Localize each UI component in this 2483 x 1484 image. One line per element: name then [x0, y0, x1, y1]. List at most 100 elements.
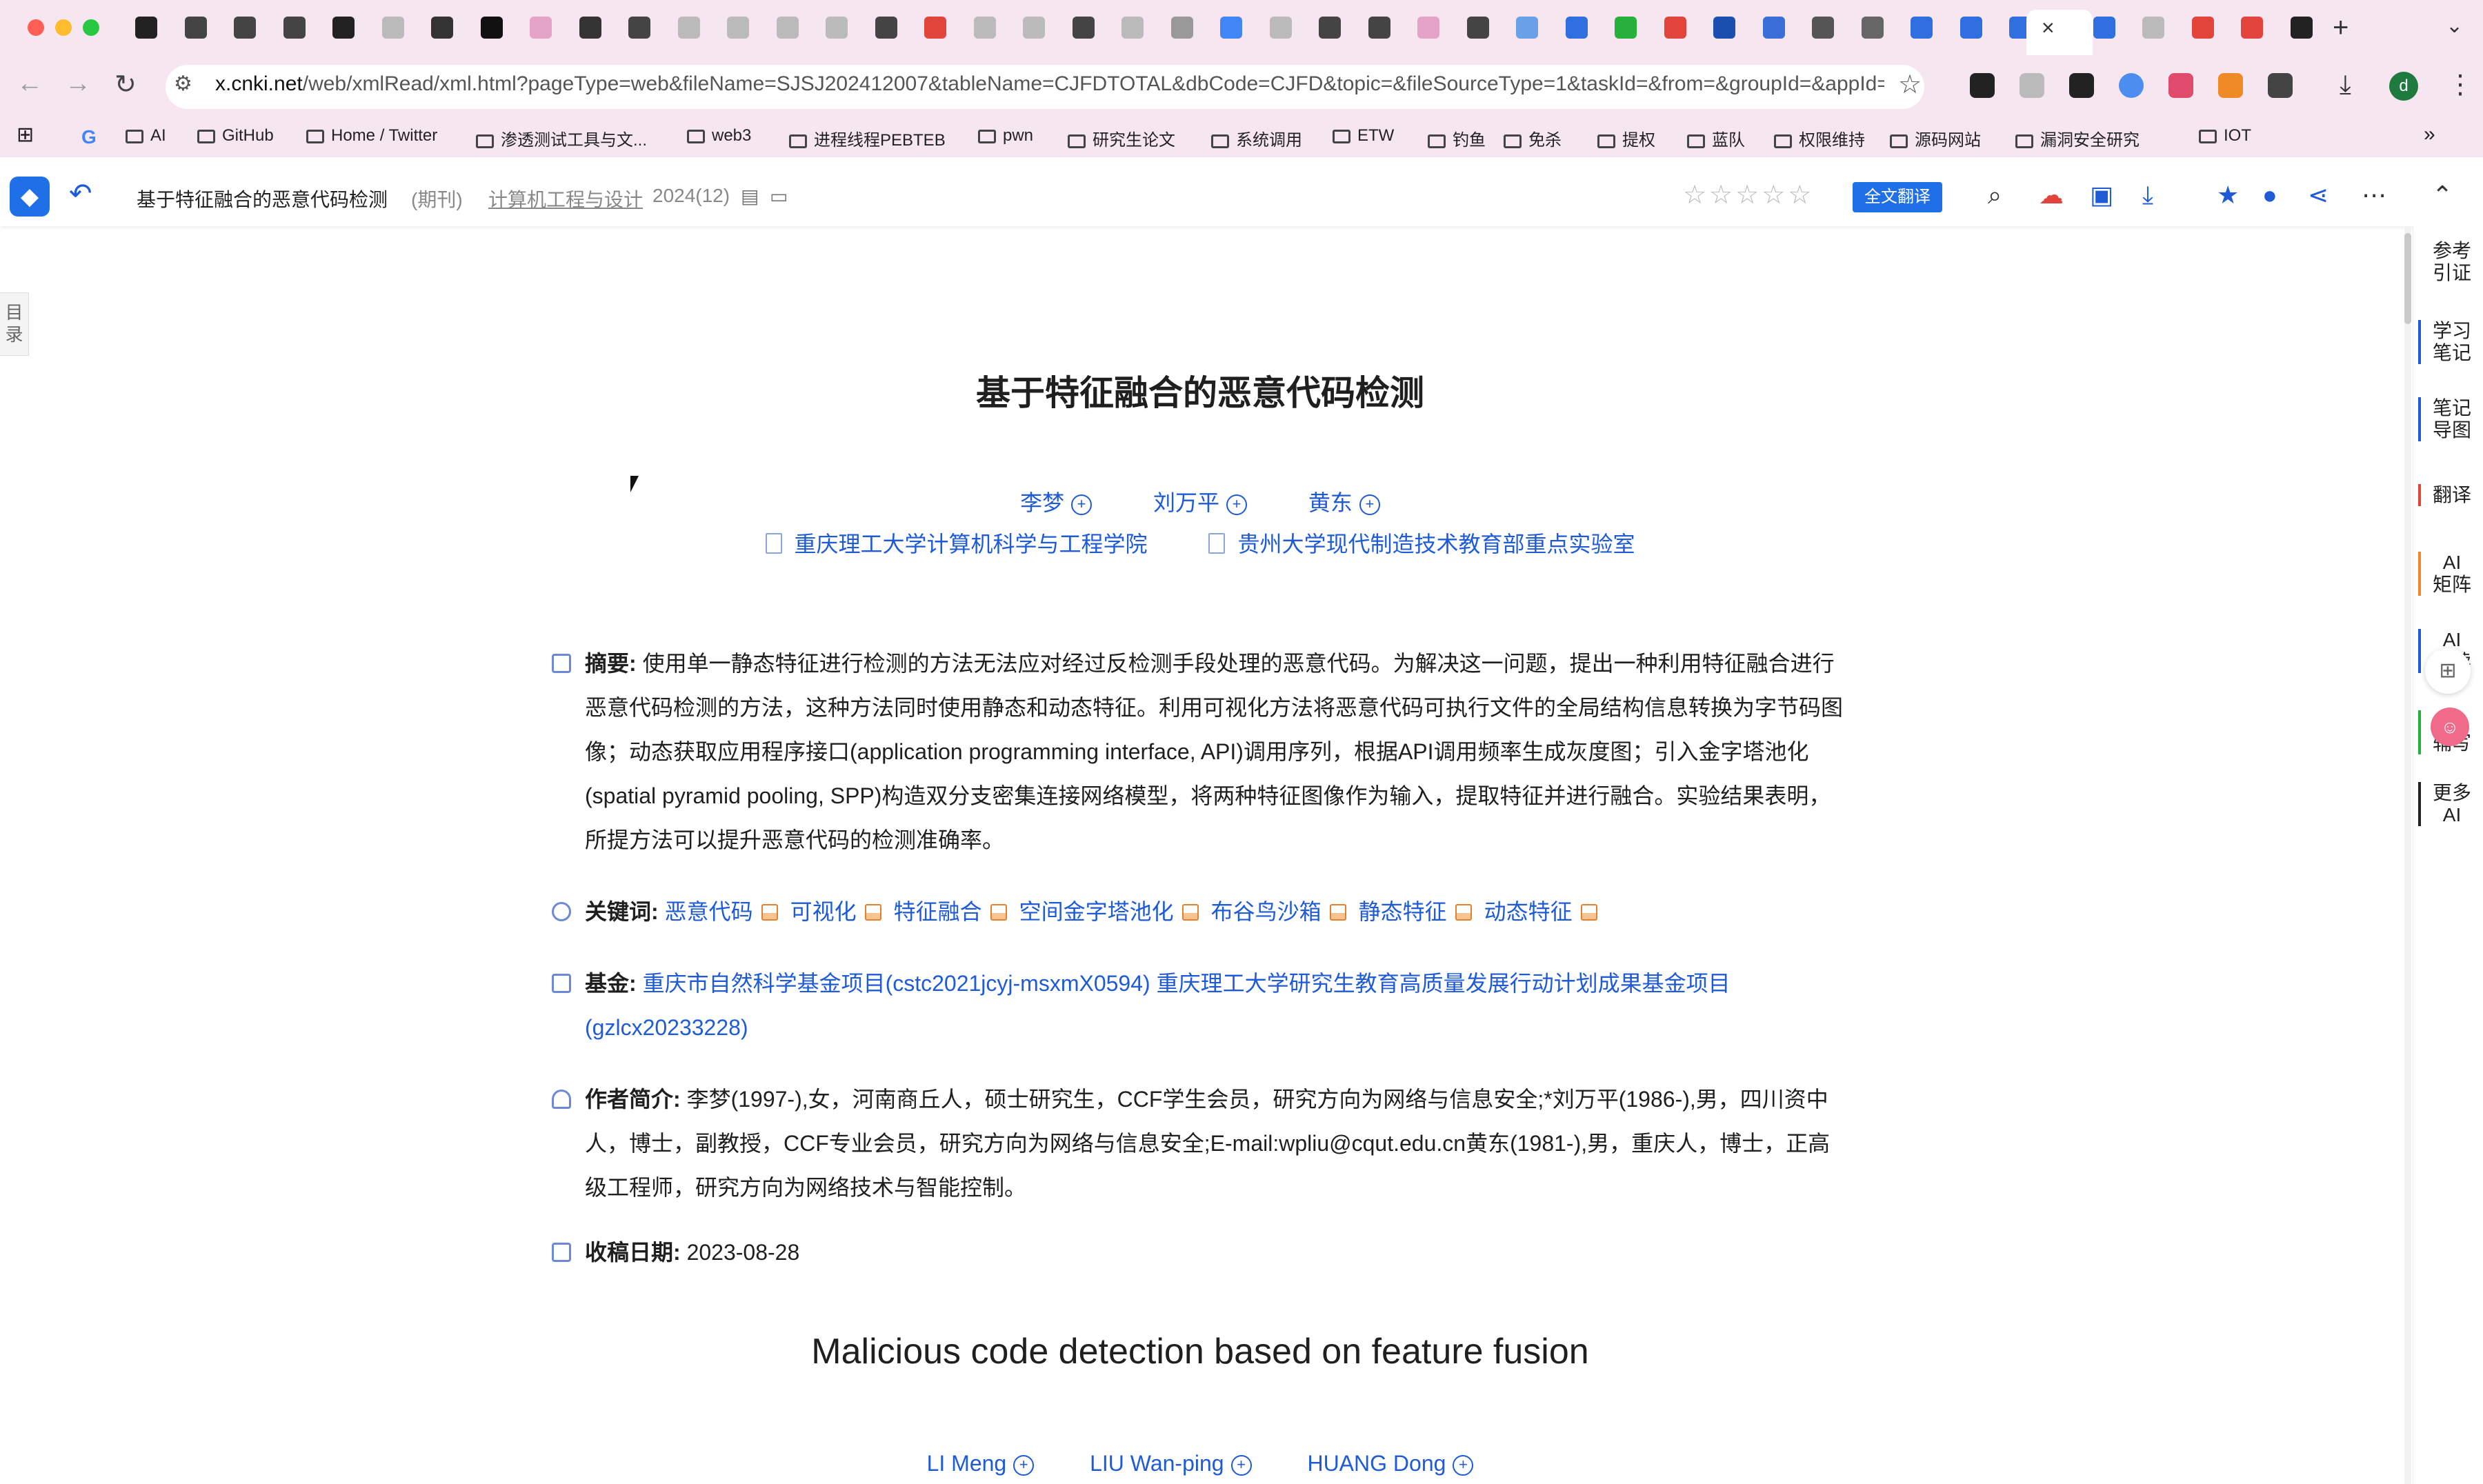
profile-avatar[interactable]: d	[2389, 72, 2418, 101]
bookmark-item[interactable]: Home / Twitter	[306, 126, 437, 146]
tab-favicon-icon[interactable]	[431, 17, 453, 39]
tab-favicon-icon[interactable]	[2191, 17, 2214, 39]
header-journal-link[interactable]: 计算机工程与设计	[488, 185, 643, 212]
folder-icon[interactable]: ▭	[770, 185, 788, 208]
bookmark-item[interactable]: 权限维持	[1774, 126, 1865, 150]
tab-favicon-icon[interactable]	[826, 17, 848, 39]
bookmark-item[interactable]: 漏洞安全研究	[2015, 126, 2140, 150]
author-link[interactable]: 黄东 +	[1308, 490, 1380, 515]
follow-plus-icon[interactable]: +	[1230, 1455, 1252, 1476]
apps-grid-icon[interactable]: ⊞	[17, 123, 34, 147]
tab-favicon-icon[interactable]	[1121, 17, 1144, 39]
tab-favicon-icon[interactable]	[1368, 17, 1390, 39]
tab-favicon-icon[interactable]	[1812, 17, 1834, 39]
tab-favicon-icon[interactable]	[1960, 17, 1982, 39]
keyword-link[interactable]: 动态特征	[1484, 899, 1573, 924]
bookmark-item[interactable]: 研究生论文	[1068, 126, 1175, 150]
metamask-icon[interactable]	[2218, 73, 2243, 98]
bookmark-item[interactable]: 提权	[1597, 126, 1655, 150]
side-rail-item[interactable]: 翻译	[2418, 484, 2483, 506]
more-menu-icon[interactable]: ⋮	[2447, 69, 2473, 100]
document-icon[interactable]: ▤	[741, 185, 759, 208]
float-tool-icon[interactable]: ⊞	[2425, 648, 2471, 694]
active-tab[interactable]	[2026, 10, 2093, 55]
tab-favicon-icon[interactable]	[1516, 17, 1538, 39]
tab-favicon-icon[interactable]	[184, 17, 207, 39]
bookmark-item[interactable]: G	[81, 126, 97, 148]
chart-icon[interactable]	[1580, 904, 1597, 921]
keyword-link[interactable]: 布谷鸟沙箱	[1211, 899, 1322, 924]
note-icon[interactable]: ▣	[2090, 181, 2113, 210]
puzzle-extensions-icon[interactable]	[2268, 73, 2293, 98]
tab-favicon-icon[interactable]	[677, 17, 700, 39]
download-icon[interactable]: ⤓	[2142, 181, 2153, 210]
tab-favicon-icon[interactable]	[973, 17, 996, 39]
extension-icon[interactable]	[2168, 73, 2193, 98]
scrollbar-thumb[interactable]	[2404, 233, 2411, 324]
share-icon[interactable]: ⋖	[2308, 181, 2329, 210]
fund-link[interactable]: 重庆市自然科学基金项目(cstc2021jcyj-msxmX0594) 重庆理工…	[585, 971, 1731, 1040]
close-window-button[interactable]	[28, 19, 44, 36]
tab-favicon-icon[interactable]	[1911, 17, 1933, 39]
keyword-link[interactable]: 空间金字塔池化	[1019, 899, 1174, 924]
favorite-star-icon[interactable]: ★	[2217, 181, 2239, 210]
back-arrow-icon[interactable]: ←	[17, 69, 43, 99]
bookmark-item[interactable]: 免杀	[1504, 126, 1562, 150]
chart-icon[interactable]	[1181, 904, 1199, 921]
tab-favicon-icon[interactable]	[1713, 17, 1735, 39]
chart-icon[interactable]	[864, 904, 881, 921]
forward-arrow-icon[interactable]: →	[65, 69, 91, 99]
full-translate-button[interactable]: 全文翻译	[1853, 182, 1942, 212]
cnki-logo[interactable]: ◆	[10, 177, 50, 217]
cloud-icon[interactable]: ☁	[2039, 181, 2064, 210]
bookmark-item[interactable]: 进程线程PEBTEB	[789, 126, 946, 150]
author-link[interactable]: LI Meng +	[927, 1451, 1035, 1476]
site-info-icon[interactable]: ⚙	[174, 72, 192, 96]
tab-favicon-icon[interactable]	[1861, 17, 1884, 39]
bookmark-item[interactable]: 钓鱼	[1428, 126, 1486, 150]
keyword-link[interactable]: 特征融合	[894, 899, 982, 924]
more-icon[interactable]: ⋯	[2362, 181, 2386, 210]
bookmark-item[interactable]: ETW	[1333, 126, 1394, 146]
bookmark-item[interactable]: pwn	[978, 126, 1033, 146]
follow-plus-icon[interactable]: +	[1013, 1455, 1035, 1476]
tab-favicon-icon[interactable]	[2142, 17, 2164, 39]
extension-icon[interactable]	[2119, 73, 2144, 98]
follow-plus-icon[interactable]: +	[1453, 1455, 1474, 1476]
tab-favicon-icon[interactable]	[1615, 17, 1637, 39]
rating-stars[interactable]: ☆☆☆☆☆	[1683, 179, 1814, 210]
tab-favicon-icon[interactable]	[1762, 17, 1785, 39]
author-link[interactable]: 李梦 +	[1020, 490, 1093, 515]
tab-favicon-icon[interactable]	[1220, 17, 1242, 39]
tab-favicon-icon[interactable]	[530, 17, 552, 39]
affiliation-link[interactable]: 贵州大学现代制造技术教育部重点实验室	[1208, 532, 1635, 556]
toc-tab[interactable]: 目录	[0, 292, 29, 356]
more-bookmarks-icon[interactable]: »	[2424, 123, 2435, 146]
tab-favicon-icon[interactable]	[480, 17, 503, 39]
collapse-chevron-icon[interactable]: ⌃	[2432, 181, 2453, 210]
affiliation-link[interactable]: 重庆理工大学计算机科学与工程学院	[765, 532, 1148, 556]
side-rail-item[interactable]: 更多 AI	[2418, 782, 2483, 826]
tab-favicon-icon[interactable]	[1565, 17, 1588, 39]
bookmark-item[interactable]: 源码网站	[1890, 126, 1981, 150]
tab-favicon-icon[interactable]	[1319, 17, 1341, 39]
tab-favicon-icon[interactable]	[727, 17, 749, 39]
extension-icon[interactable]	[1970, 73, 1995, 98]
scrollbar-track[interactable]	[2404, 228, 2411, 1484]
author-link[interactable]: LIU Wan-ping +	[1090, 1451, 1252, 1476]
undo-back-icon[interactable]: ↶	[69, 178, 92, 210]
bookmark-item[interactable]: AI	[126, 126, 166, 146]
tab-favicon-icon[interactable]	[135, 17, 157, 39]
side-rail-item[interactable]: 学习 笔记	[2418, 320, 2483, 364]
extension-icon[interactable]	[2069, 73, 2094, 98]
keyword-link[interactable]: 静态特征	[1359, 899, 1447, 924]
tab-favicon-icon[interactable]	[2290, 17, 2313, 39]
tab-favicon-icon[interactable]	[924, 17, 946, 39]
cite-icon[interactable]: ●	[2262, 181, 2277, 210]
keyword-link[interactable]: 恶意代码	[665, 899, 753, 924]
tab-favicon-icon[interactable]	[1023, 17, 1045, 39]
tab-favicon-icon[interactable]	[776, 17, 799, 39]
bookmark-item[interactable]: GitHub	[197, 126, 274, 146]
side-rail-item[interactable]: 笔记 导图	[2418, 397, 2483, 441]
tab-favicon-icon[interactable]	[1269, 17, 1292, 39]
